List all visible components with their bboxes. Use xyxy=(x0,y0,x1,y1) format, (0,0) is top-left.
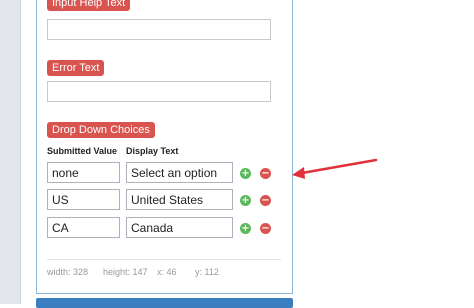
add-choice-button[interactable]: + xyxy=(240,195,251,206)
x-readout: x: 46 xyxy=(157,267,177,277)
width-readout: width: 328 xyxy=(47,267,89,277)
drop-down-choices-label: Drop Down Choices xyxy=(47,122,155,138)
add-choice-button[interactable]: + xyxy=(240,168,251,179)
input-help-text-field[interactable] xyxy=(47,19,271,40)
display-text-input[interactable]: United States xyxy=(126,189,233,210)
error-text-field[interactable] xyxy=(47,81,271,102)
submitted-value-input[interactable]: CA xyxy=(47,217,120,238)
submitted-value-input[interactable]: US xyxy=(47,189,120,210)
remove-choice-button[interactable]: − xyxy=(260,168,271,179)
submitted-value-input[interactable]: none xyxy=(47,162,120,183)
divider xyxy=(47,259,281,260)
annotation-arrow-icon xyxy=(292,158,378,179)
y-readout: y: 112 xyxy=(195,267,219,277)
left-sidebar-strip xyxy=(0,0,20,304)
display-text-header: Display Text xyxy=(126,146,179,156)
add-choice-button[interactable]: + xyxy=(240,223,251,234)
error-text-label: Error Text xyxy=(47,60,105,76)
remove-choice-button[interactable]: − xyxy=(260,223,271,234)
submitted-value-header: Submitted Value xyxy=(47,146,118,156)
height-readout: height: 147 xyxy=(103,267,148,277)
field-properties-panel: Input Help Text Error Text Drop Down Cho… xyxy=(36,0,293,294)
input-help-text-label: Input Help Text xyxy=(47,0,131,11)
sidebar-border xyxy=(20,0,21,304)
bottom-action-bar[interactable] xyxy=(36,298,293,308)
display-text-input[interactable]: Select an option xyxy=(126,162,233,183)
remove-choice-button[interactable]: − xyxy=(260,195,271,206)
display-text-input[interactable]: Canada xyxy=(126,217,233,238)
